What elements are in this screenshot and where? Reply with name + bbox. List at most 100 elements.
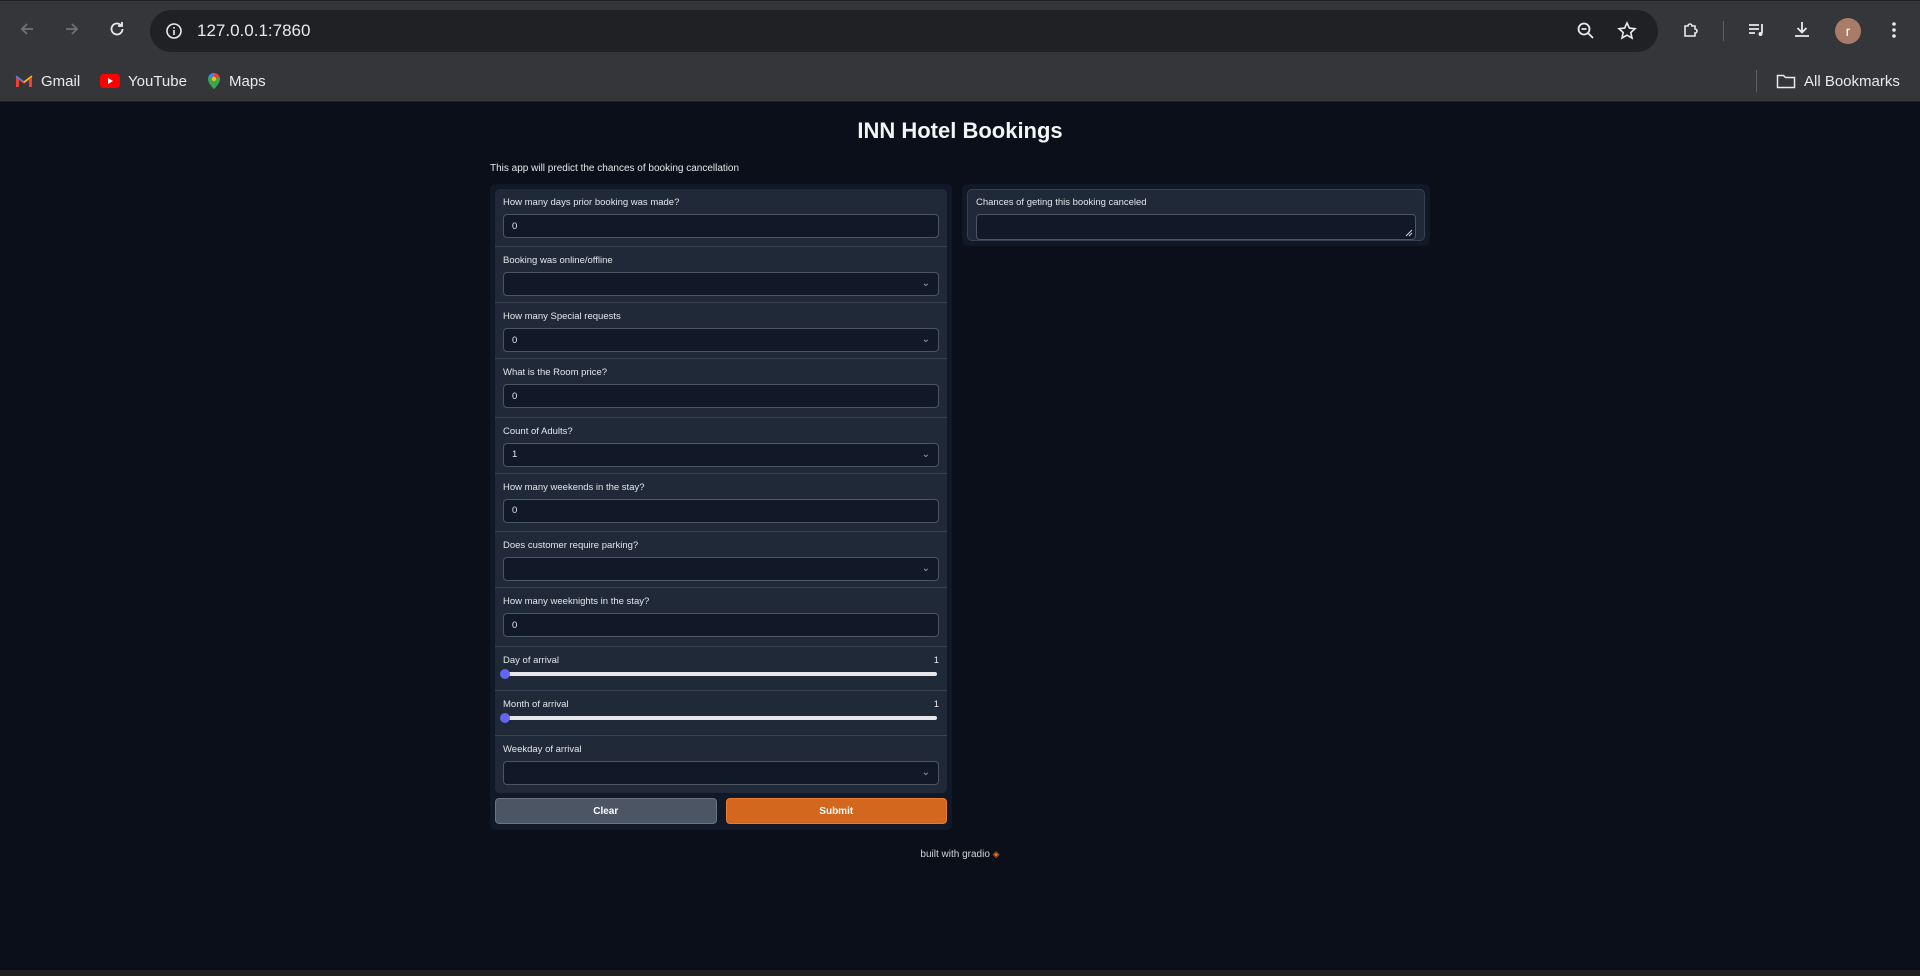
- special-requests-block: How many Special requests 0 ⌄: [495, 303, 947, 359]
- market-segment-block: Booking was online/offline ⌄: [495, 247, 947, 303]
- lead-time-input[interactable]: [503, 214, 939, 238]
- media-queue-icon: [1749, 24, 1763, 36]
- chevron-down-icon: ⌄: [921, 448, 930, 460]
- bookmark-youtube[interactable]: YouTube: [100, 70, 187, 92]
- arrival-month-slider[interactable]: [500, 713, 937, 724]
- output-panel: Chances of geting this booking canceled: [962, 184, 1430, 246]
- star-icon: [1617, 21, 1637, 40]
- folder-icon: [1776, 74, 1796, 89]
- adults-dropdown[interactable]: 1 ⌄: [503, 442, 939, 467]
- resize-grip-icon[interactable]: [1405, 229, 1413, 237]
- room-price-block: What is the Room price?: [495, 359, 947, 417]
- weekend-nights-input[interactable]: [503, 498, 939, 523]
- clear-button[interactable]: Clear: [495, 798, 717, 824]
- field-label: How many days prior booking was made?: [503, 197, 680, 208]
- more-vert-icon: [1892, 22, 1896, 38]
- slider-value: 1: [933, 654, 939, 666]
- bookmark-gmail[interactable]: Gmail: [15, 70, 80, 92]
- field-label: Booking was online/offline: [503, 255, 613, 267]
- arrival-day-slider[interactable]: [500, 668, 937, 679]
- arrival-weekday-dropdown[interactable]: ⌄: [503, 761, 939, 785]
- bookmark-star-button[interactable]: [1615, 19, 1639, 43]
- weekend-nights-block: How many weekends in the stay?: [495, 473, 947, 532]
- downloads-button[interactable]: [1787, 15, 1817, 45]
- bookmark-label: YouTube: [128, 72, 187, 90]
- special-requests-dropdown[interactable]: 0 ⌄: [503, 328, 939, 353]
- form-actions: Clear Submit: [495, 798, 947, 824]
- url-text[interactable]: 127.0.0.1:7860: [197, 21, 310, 41]
- reload-button[interactable]: [101, 13, 133, 45]
- chevron-down-icon: ⌄: [921, 278, 930, 290]
- browser-menu-button[interactable]: [1879, 15, 1909, 45]
- lead-time-block: How many days prior booking was made?: [495, 189, 947, 247]
- field-label: How many Special requests: [503, 311, 621, 323]
- bookmark-label: Gmail: [41, 72, 81, 90]
- bookmark-label: Maps: [229, 72, 266, 90]
- output-label: Chances of geting this booking canceled: [976, 197, 1147, 208]
- field-label: Month of arrival: [503, 699, 569, 711]
- chevron-down-icon: ⌄: [921, 767, 930, 778]
- address-bar[interactable]: 127.0.0.1:7860: [150, 10, 1658, 52]
- dropdown-value: 0: [512, 334, 518, 346]
- all-bookmarks-label: All Bookmarks: [1804, 72, 1900, 90]
- output-textbox[interactable]: [976, 214, 1416, 240]
- input-form: How many days prior booking was made? Bo…: [495, 189, 947, 793]
- field-label: Day of arrival: [503, 654, 559, 666]
- download-icon: [1795, 22, 1809, 37]
- slider-handle[interactable]: [500, 713, 510, 724]
- market-segment-dropdown[interactable]: ⌄: [503, 272, 939, 297]
- arrival-weekday-block: Weekday of arrival ⌄: [495, 736, 947, 793]
- puzzle-icon: [1684, 23, 1698, 37]
- app-description: This app will predict the chances of boo…: [490, 163, 740, 174]
- zoom-out-icon: [1577, 22, 1594, 39]
- field-label: Weekday of arrival: [503, 744, 582, 755]
- maps-icon: [208, 73, 220, 89]
- chevron-down-icon: ⌄: [921, 334, 930, 346]
- bookmark-maps[interactable]: Maps: [207, 70, 266, 92]
- submit-button[interactable]: Submit: [725, 798, 947, 824]
- field-label: How many weekends in the stay?: [503, 481, 645, 493]
- back-button[interactable]: [11, 13, 43, 45]
- zoom-button[interactable]: [1574, 19, 1598, 43]
- input-panel: How many days prior booking was made? Bo…: [490, 184, 952, 830]
- reload-icon: [110, 22, 124, 36]
- arrival-month-block: Month of arrival 1: [495, 691, 947, 735]
- page-title: INN Hotel Bookings: [857, 118, 1063, 143]
- window-bottom-edge: [0, 970, 1920, 976]
- parking-block: Does customer require parking? ⌄: [495, 532, 947, 588]
- profile-avatar[interactable]: r: [1835, 18, 1861, 44]
- dropdown-value: 1: [512, 449, 518, 461]
- app-page: INN Hotel Bookings This app will predict…: [0, 102, 1920, 968]
- bookmarks-bar: Gmail YouTube Maps All Bookmarks: [0, 60, 1920, 102]
- gmail-icon: [15, 75, 33, 87]
- parking-dropdown[interactable]: ⌄: [503, 557, 939, 582]
- info-icon: [166, 23, 182, 39]
- footer: built with gradio ◈: [0, 849, 1920, 860]
- slider-handle[interactable]: [500, 668, 510, 679]
- toolbar-divider: [1723, 21, 1724, 41]
- adults-block: Count of Adults? 1 ⌄: [495, 417, 947, 473]
- chevron-down-icon: ⌄: [921, 563, 930, 575]
- field-label: How many weeknights in the stay?: [503, 596, 650, 608]
- field-label: Count of Adults?: [503, 425, 573, 437]
- arrow-right-icon: [66, 23, 79, 35]
- room-price-input[interactable]: [503, 384, 939, 409]
- week-nights-block: How many weeknights in the stay?: [495, 588, 947, 646]
- arrow-left-icon: [20, 23, 33, 35]
- field-label: What is the Room price?: [503, 367, 608, 379]
- week-nights-input[interactable]: [503, 613, 939, 638]
- output-block: Chances of geting this booking canceled: [967, 189, 1425, 241]
- site-info-button[interactable]: [158, 15, 190, 47]
- gradio-logo-icon: ◈: [992, 849, 1000, 859]
- field-label: Does customer require parking?: [503, 540, 639, 552]
- footer-link[interactable]: built with gradio: [920, 849, 989, 860]
- all-bookmarks-button[interactable]: All Bookmarks: [1776, 70, 1900, 92]
- arrival-day-block: Day of arrival 1: [495, 646, 947, 691]
- slider-value: 1: [933, 699, 939, 711]
- browser-toolbar: 127.0.0.1:7860 r: [0, 0, 1920, 60]
- youtube-icon: [100, 74, 120, 88]
- forward-button[interactable]: [56, 13, 88, 45]
- media-control-button[interactable]: [1742, 15, 1772, 45]
- extensions-button[interactable]: [1676, 15, 1706, 45]
- bookmarks-divider: [1756, 70, 1757, 92]
